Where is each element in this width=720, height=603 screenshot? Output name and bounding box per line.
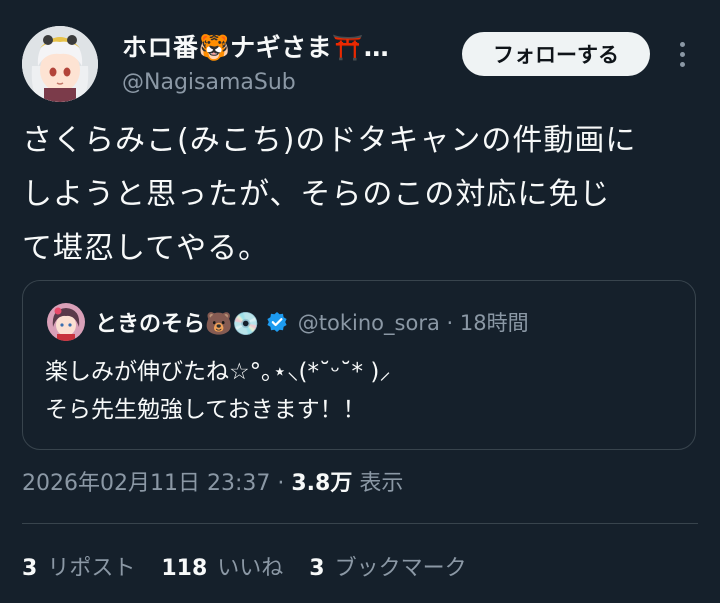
views-label: 表示 — [352, 471, 404, 496]
views-count: 3.8万 — [291, 471, 353, 496]
tweet-text-line: さくらみこ(みこち)のドタキャンの件動画に — [22, 123, 637, 158]
tweet-text: さくらみこ(みこち)のドタキャンの件動画に しようと思ったが、そらのこの対応に免… — [22, 114, 702, 276]
bookmarks-label: ブックマーク — [334, 556, 467, 581]
quoted-avatar-illustration — [47, 303, 85, 341]
author-display-name[interactable]: ホロ番🐯ナギさま⛩️… — [122, 28, 389, 64]
tweet-text-line: て堪忍してやる。 — [22, 231, 270, 266]
divider — [22, 523, 698, 524]
quoted-tweet[interactable]: ときのそら🐻💿 @tokino_sora · 18時間 楽しみが伸びたね☆°｡⋆… — [22, 280, 696, 450]
quoted-author-name[interactable]: ときのそら🐻💿 — [95, 306, 260, 338]
follow-button[interactable]: フォローする — [462, 32, 650, 76]
quoted-text-line: 楽しみが伸びたね☆°｡⋆⸜(*˘ᵕ˘* )⸝ — [45, 359, 391, 385]
likes-count: 118 — [161, 556, 208, 581]
quoted-text-line: そら先生勉強しておきます！！ — [45, 397, 366, 423]
author-handle[interactable]: @NagisamaSub — [122, 70, 389, 95]
quoted-author-handle-time[interactable]: @tokino_sora · 18時間 — [298, 307, 529, 337]
tweet-timestamp[interactable]: 2026年02月11日 23:37 · — [22, 471, 291, 496]
quoted-tweet-header: ときのそら🐻💿 @tokino_sora · 18時間 — [47, 303, 529, 341]
likes-label: いいね — [217, 556, 284, 581]
reposts-stat[interactable]: 3 リポスト — [22, 550, 135, 582]
bookmarks-count: 3 — [309, 556, 325, 581]
engagement-stats: 3 リポスト 118 いいね 3 ブックマーク — [22, 550, 467, 582]
author-names: ホロ番🐯ナギさま⛩️… @NagisamaSub — [122, 28, 389, 95]
reposts-count: 3 — [22, 556, 38, 581]
author-avatar[interactable] — [22, 26, 98, 102]
avatar-illustration — [22, 26, 98, 102]
quoted-tweet-text: 楽しみが伸びたね☆°｡⋆⸜(*˘ᵕ˘* )⸝ そら先生勉強しておきます！！ — [45, 353, 391, 429]
tweet-text-line: しようと思ったが、そらのこの対応に免じ — [22, 177, 611, 212]
more-options-icon[interactable] — [672, 36, 692, 72]
reposts-label: リポスト — [47, 556, 136, 581]
likes-stat[interactable]: 118 いいね — [161, 550, 283, 582]
tweet-meta: 2026年02月11日 23:37 · 3.8万 表示 — [22, 465, 403, 497]
bookmarks-stat[interactable]: 3 ブックマーク — [309, 550, 466, 582]
quoted-author-avatar[interactable] — [47, 303, 85, 341]
verified-badge-icon — [266, 311, 288, 333]
tweet-header: ホロ番🐯ナギさま⛩️… @NagisamaSub フォローする — [22, 26, 698, 102]
